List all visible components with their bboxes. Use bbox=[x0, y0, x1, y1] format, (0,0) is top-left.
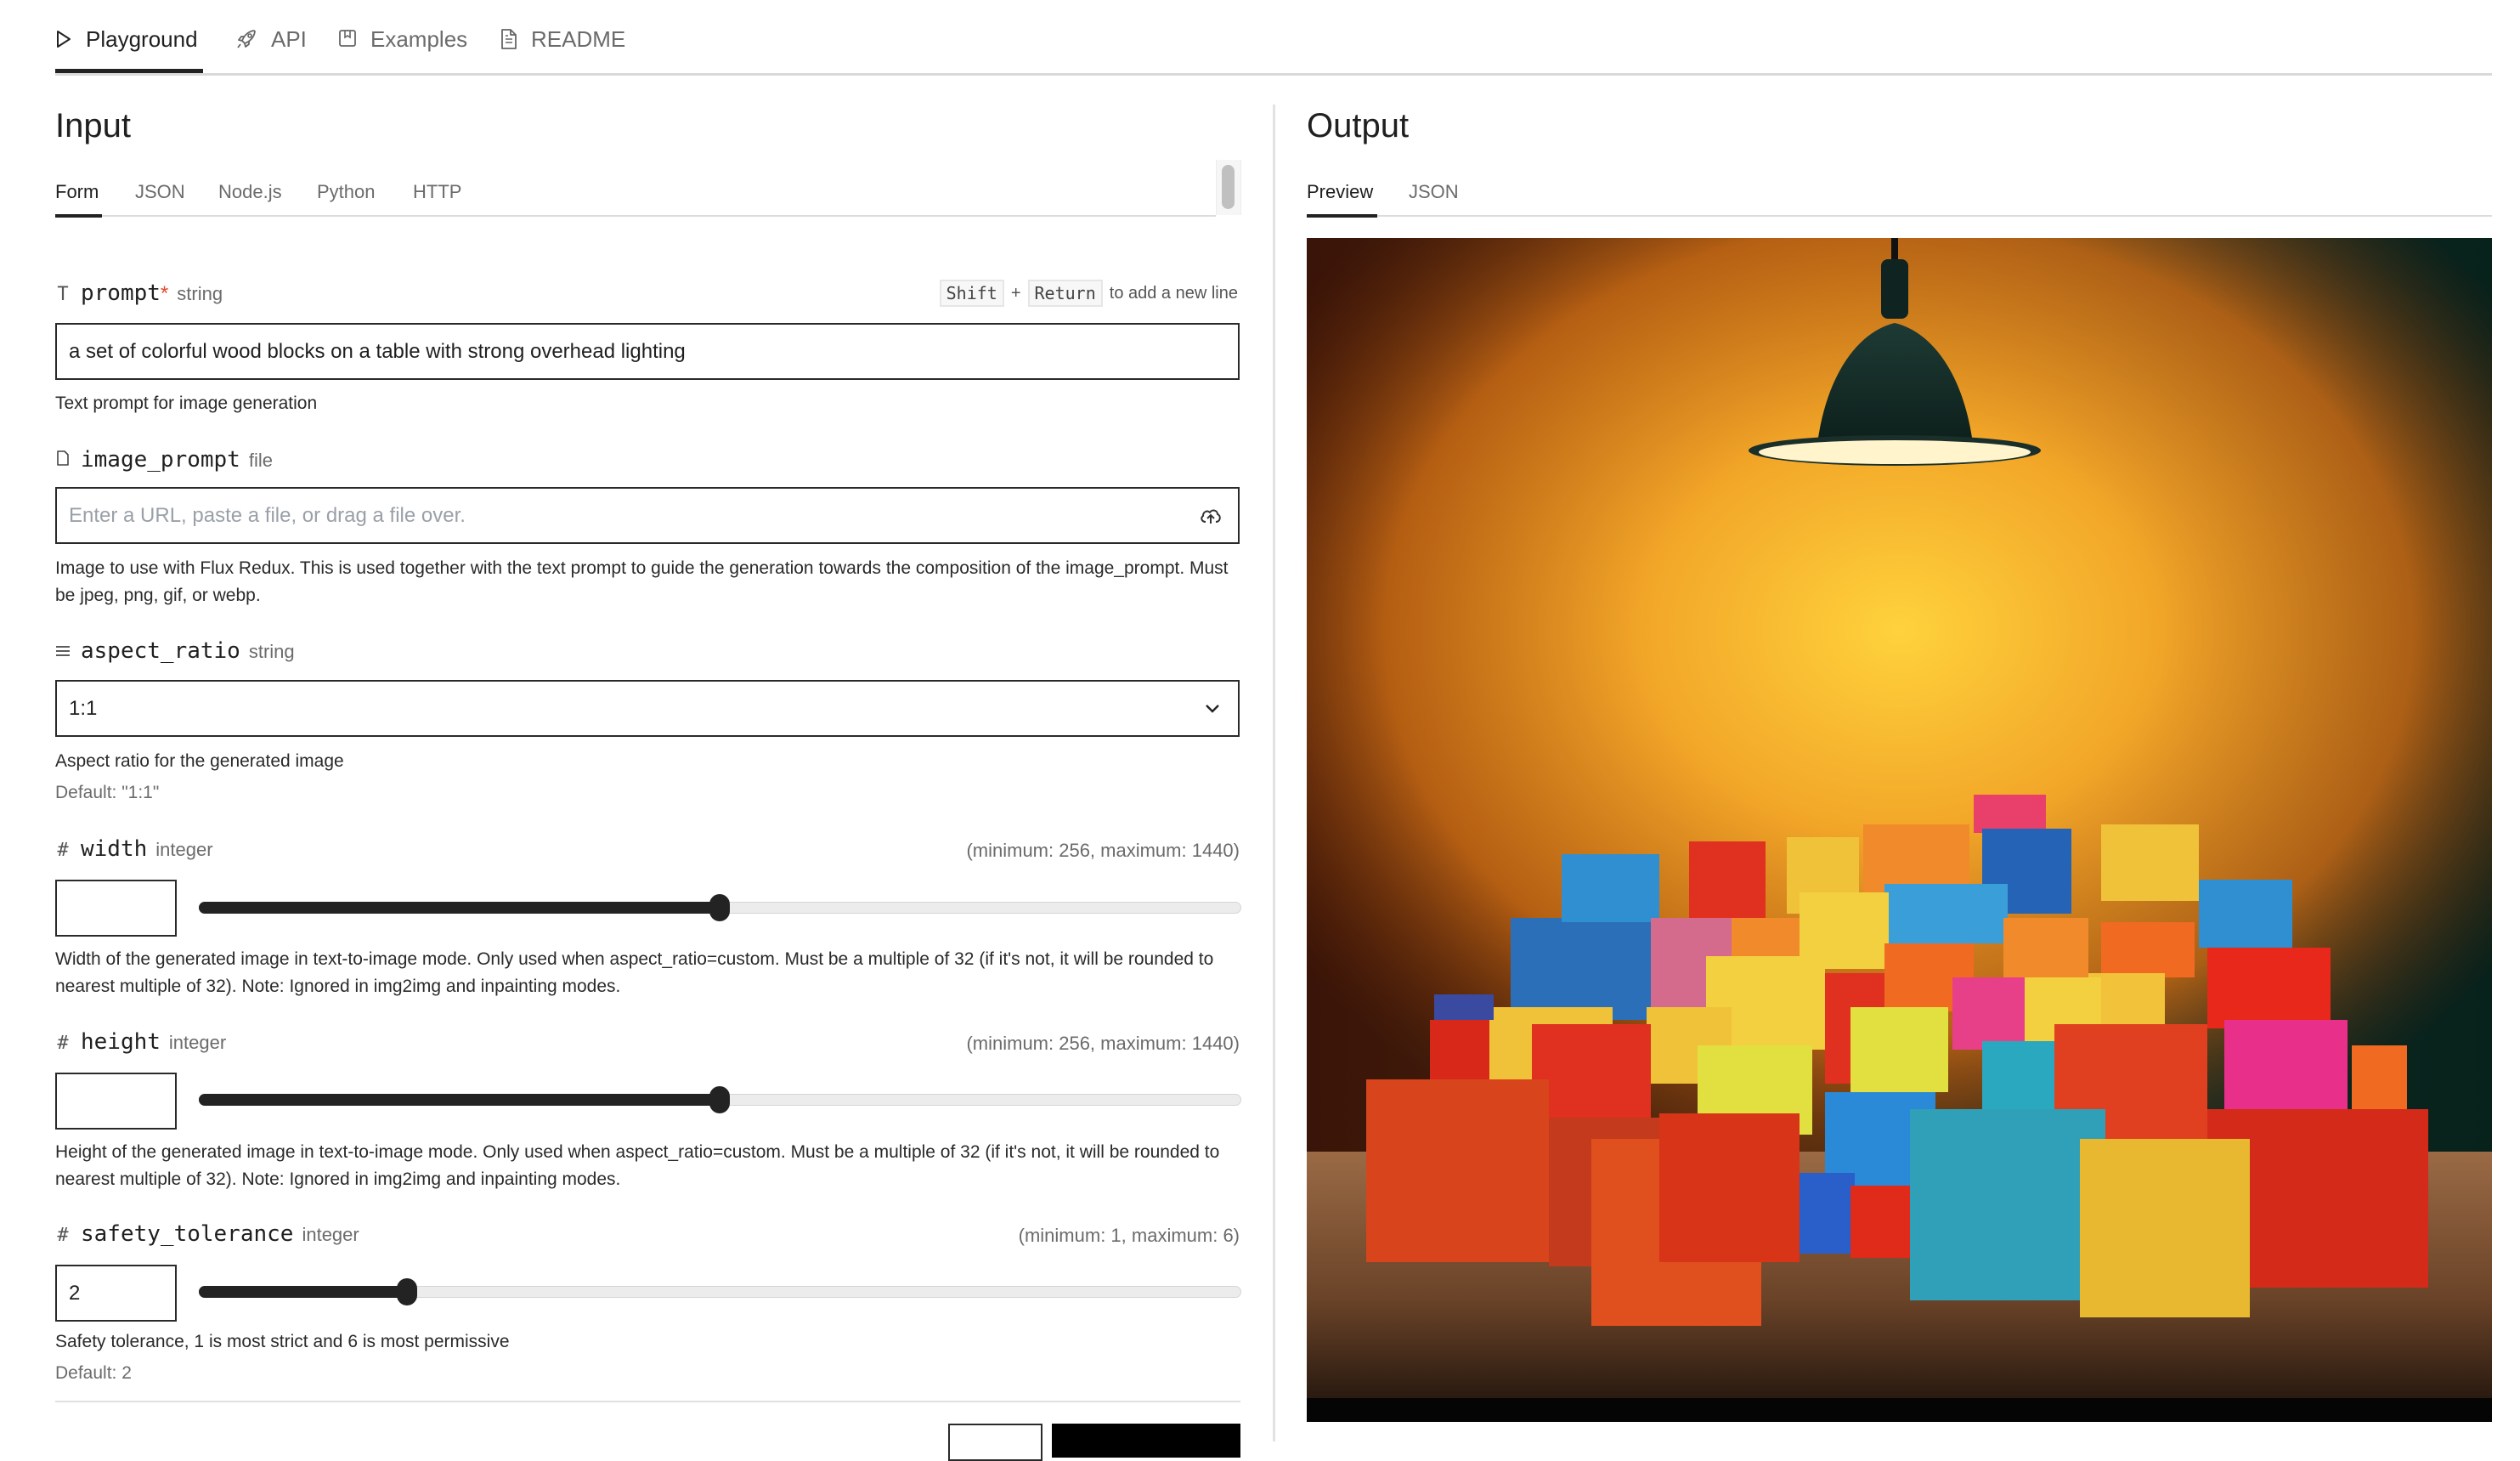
image-prompt-label: image_prompt file bbox=[55, 447, 273, 476]
plus-sign: + bbox=[1010, 283, 1021, 303]
slider-fill bbox=[199, 902, 720, 914]
active-tab-indicator bbox=[55, 69, 203, 73]
aspect-ratio-value: 1:1 bbox=[69, 696, 98, 720]
input-tab-http[interactable]: HTTP bbox=[413, 181, 461, 203]
width-description: Width of the generated image in text-to-… bbox=[55, 949, 1214, 996]
nav-tab-examples[interactable]: Examples bbox=[338, 22, 467, 56]
prompt-input[interactable]: a set of colorful wood blocks on a table… bbox=[55, 323, 1240, 380]
input-tab-form[interactable]: Form bbox=[55, 181, 99, 203]
field-name: prompt bbox=[81, 280, 161, 306]
prompt-label: T prompt * string bbox=[55, 280, 223, 309]
safety-tolerance-range: (minimum: 1, maximum: 6) bbox=[1018, 1225, 1240, 1246]
field-name: image_prompt bbox=[81, 447, 240, 473]
slider-thumb[interactable] bbox=[397, 1278, 417, 1305]
field-type: file bbox=[248, 450, 273, 471]
field-name: aspect_ratio bbox=[81, 638, 240, 664]
output-tab-indicator bbox=[1307, 214, 1377, 218]
file-icon bbox=[55, 450, 71, 467]
newline-hint: Shift + Return to add a new line bbox=[939, 280, 1238, 307]
input-tabs: Form JSON Node.js Python HTTP bbox=[55, 178, 1216, 218]
height-slider[interactable] bbox=[199, 1086, 1241, 1113]
input-tab-python[interactable]: Python bbox=[317, 181, 376, 203]
hash-icon: # bbox=[57, 840, 69, 861]
field-type: string bbox=[248, 641, 295, 662]
image-prompt-input[interactable]: Enter a URL, paste a file, or drag a fil… bbox=[55, 487, 1240, 544]
image-prompt-description: Image to use with Flux Redux. This is us… bbox=[55, 558, 1229, 605]
safety-tolerance-input[interactable]: 2 bbox=[55, 1265, 177, 1322]
width-slider[interactable] bbox=[199, 894, 1241, 921]
prompt-description: Text prompt for image generation bbox=[55, 394, 318, 413]
nav-tab-label: Examples bbox=[370, 25, 468, 52]
top-nav: Playground API Examples README bbox=[55, 0, 2492, 76]
safety-tolerance-value: 2 bbox=[69, 1281, 81, 1305]
width-label: # width integer bbox=[55, 836, 213, 865]
output-image[interactable] bbox=[1307, 238, 2492, 1422]
safety-tolerance-label: # safety_tolerance integer bbox=[55, 1221, 359, 1250]
input-tab-nodejs[interactable]: Node.js bbox=[218, 181, 282, 203]
play-icon bbox=[57, 31, 71, 48]
form-divider bbox=[55, 1401, 1240, 1402]
output-title: Output bbox=[1307, 107, 1410, 144]
nav-tab-label: README bbox=[531, 25, 626, 52]
output-tabs: Preview JSON bbox=[1307, 178, 2492, 218]
chevron-down-icon bbox=[1204, 703, 1221, 715]
aspect-ratio-label: aspect_ratio string bbox=[55, 638, 295, 667]
panel-divider bbox=[1273, 105, 1275, 1441]
output-tab-json[interactable]: JSON bbox=[1409, 181, 1459, 203]
nav-tab-label: API bbox=[271, 25, 307, 52]
safety-tolerance-description: Safety tolerance, 1 is most strict and 6… bbox=[55, 1332, 510, 1351]
field-name: height bbox=[81, 1029, 161, 1055]
width-range: (minimum: 256, maximum: 1440) bbox=[966, 840, 1240, 861]
safety-tolerance-slider[interactable] bbox=[199, 1278, 1241, 1305]
field-type: string bbox=[177, 283, 223, 304]
field-name: width bbox=[81, 836, 148, 862]
cloud-upload-icon[interactable] bbox=[1199, 506, 1223, 526]
nav-tab-readme[interactable]: README bbox=[500, 22, 625, 56]
slider-thumb[interactable] bbox=[709, 894, 730, 921]
safety-tolerance-default: Default: 2 bbox=[55, 1363, 132, 1383]
field-type: integer bbox=[155, 839, 213, 860]
hash-icon: # bbox=[57, 1225, 69, 1246]
aspect-ratio-default: Default: "1:1" bbox=[55, 783, 160, 802]
image-bottom-band bbox=[1307, 1398, 2492, 1422]
aspect-ratio-select[interactable]: 1:1 bbox=[55, 680, 1240, 737]
hash-icon: # bbox=[57, 1033, 69, 1054]
field-name: safety_tolerance bbox=[81, 1221, 294, 1247]
reset-button[interactable] bbox=[948, 1424, 1042, 1461]
image-prompt-placeholder: Enter a URL, paste a file, or drag a fil… bbox=[69, 503, 466, 527]
scrollbar-thumb[interactable] bbox=[1222, 165, 1235, 209]
hint-text: to add a new line bbox=[1109, 283, 1238, 303]
bookmark-icon bbox=[339, 30, 356, 47]
run-button[interactable] bbox=[1052, 1424, 1240, 1458]
slider-fill bbox=[199, 1094, 720, 1106]
document-icon bbox=[501, 29, 517, 49]
slider-thumb[interactable] bbox=[709, 1086, 730, 1113]
required-marker: * bbox=[160, 282, 169, 305]
return-key: Return bbox=[1027, 280, 1103, 307]
input-tab-indicator bbox=[55, 214, 102, 218]
height-description: Height of the generated image in text-to… bbox=[55, 1142, 1220, 1189]
list-icon bbox=[55, 644, 71, 658]
field-type: integer bbox=[302, 1224, 359, 1245]
prompt-value: a set of colorful wood blocks on a table… bbox=[69, 339, 686, 363]
input-tab-json[interactable]: JSON bbox=[135, 181, 185, 203]
text-type-icon: T bbox=[57, 284, 69, 305]
rocket-icon bbox=[237, 30, 256, 48]
field-type: integer bbox=[168, 1032, 227, 1053]
nav-tab-playground[interactable]: Playground bbox=[55, 22, 198, 56]
height-input[interactable] bbox=[55, 1073, 177, 1130]
nav-tab-api[interactable]: API bbox=[235, 22, 307, 56]
width-input[interactable] bbox=[55, 880, 177, 937]
height-range: (minimum: 256, maximum: 1440) bbox=[966, 1033, 1240, 1054]
input-tabs-scrollbar[interactable] bbox=[1216, 160, 1241, 215]
aspect-ratio-description: Aspect ratio for the generated image bbox=[55, 751, 344, 771]
output-tab-preview[interactable]: Preview bbox=[1307, 181, 1373, 203]
height-label: # height integer bbox=[55, 1029, 226, 1058]
slider-fill bbox=[199, 1286, 407, 1298]
nav-tab-label: Playground bbox=[86, 25, 198, 52]
input-title: Input bbox=[55, 107, 131, 144]
shift-key: Shift bbox=[939, 280, 1004, 307]
